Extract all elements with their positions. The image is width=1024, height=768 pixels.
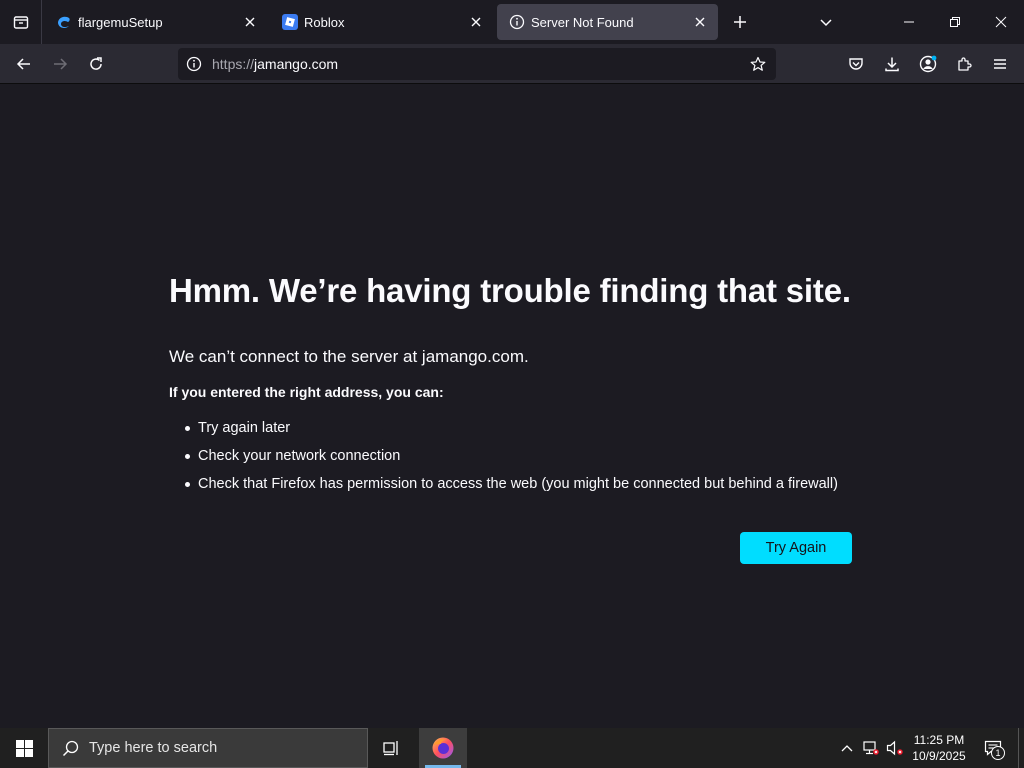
search-icon xyxy=(61,739,79,757)
url-scheme: https:// xyxy=(212,56,255,72)
suggestions-list: Try again later Check your network conne… xyxy=(185,414,869,498)
firefox-view-button[interactable] xyxy=(0,0,42,44)
taskbar-firefox-app[interactable] xyxy=(419,728,467,768)
close-tab-icon[interactable] xyxy=(464,10,488,34)
forward-button[interactable] xyxy=(46,50,74,78)
minimize-button[interactable] xyxy=(886,0,932,44)
taskbar-search-box[interactable]: Type here to search xyxy=(48,728,368,768)
tab-strip: flargemuSetup Roblox Server Not Found xyxy=(0,0,1024,44)
url-host: jamango.com xyxy=(254,56,339,72)
arrow-right-icon xyxy=(54,58,68,70)
roblox-icon xyxy=(282,14,298,30)
tab-flargemusetup[interactable]: flargemuSetup xyxy=(44,4,268,40)
clock-date: 10/9/2025 xyxy=(912,749,966,763)
clock-time: 11:25 PM xyxy=(913,733,965,747)
puzzle-piece-icon xyxy=(958,57,972,71)
url-text[interactable]: https://jamango.com xyxy=(212,56,746,72)
plus-icon xyxy=(734,16,746,28)
navigation-toolbar: https://jamango.com xyxy=(0,44,1024,84)
task-view-icon xyxy=(383,741,398,756)
chevron-down-icon xyxy=(820,19,832,27)
taskbar: Type here to search 11:25 PM 10/9/2025 1 xyxy=(0,728,1024,768)
hamburger-menu-icon xyxy=(994,59,1006,69)
pocket-button[interactable] xyxy=(842,50,870,78)
action-center-button[interactable]: 1 xyxy=(978,728,1008,768)
start-button[interactable] xyxy=(0,728,48,768)
error-heading: Hmm. We’re having trouble finding that s… xyxy=(169,272,851,309)
app-menu-button[interactable] xyxy=(986,50,1014,78)
close-icon xyxy=(995,16,1007,28)
pocket-icon xyxy=(849,58,863,70)
download-icon xyxy=(885,57,899,72)
back-button[interactable] xyxy=(10,50,38,78)
tab-title: Server Not Found xyxy=(531,14,634,30)
arrow-left-icon xyxy=(16,58,30,70)
edge-blue-icon xyxy=(56,14,72,30)
error-message: We can’t connect to the server at jamang… xyxy=(169,347,529,366)
info-icon xyxy=(509,14,525,30)
new-tab-button[interactable] xyxy=(728,10,752,34)
reload-icon xyxy=(90,57,102,70)
list-all-tabs-button[interactable] xyxy=(814,10,838,34)
reload-button[interactable] xyxy=(82,50,110,78)
site-info-icon[interactable] xyxy=(186,56,202,72)
suggestions-title: If you entered the right address, you ca… xyxy=(169,384,444,400)
bookmark-star-icon[interactable] xyxy=(746,52,770,76)
task-view-button[interactable] xyxy=(372,728,412,768)
restore-icon xyxy=(950,17,960,27)
show-hidden-icons-button[interactable] xyxy=(836,728,858,768)
account-button[interactable] xyxy=(914,50,942,78)
chevron-up-icon xyxy=(841,745,853,752)
firefox-view-icon xyxy=(13,16,28,29)
windows-logo-icon xyxy=(15,739,33,757)
suggestion-item: Check your network connection xyxy=(185,442,869,470)
volume-button[interactable] xyxy=(884,728,906,768)
downloads-button[interactable] xyxy=(878,50,906,78)
close-window-button[interactable] xyxy=(978,0,1024,44)
extensions-button[interactable] xyxy=(950,50,978,78)
suggestion-item: Try again later xyxy=(185,414,869,442)
network-disconnected-icon xyxy=(863,741,879,755)
volume-muted-icon xyxy=(886,740,903,756)
show-desktop-button[interactable] xyxy=(1018,728,1024,768)
firefox-icon xyxy=(432,737,454,759)
restore-button[interactable] xyxy=(932,0,978,44)
tab-server-not-found[interactable]: Server Not Found xyxy=(497,4,718,40)
taskbar-clock[interactable]: 11:25 PM 10/9/2025 xyxy=(906,728,972,768)
address-bar[interactable]: https://jamango.com xyxy=(178,48,776,80)
network-button[interactable] xyxy=(860,728,882,768)
account-icon xyxy=(919,55,937,73)
search-placeholder: Type here to search xyxy=(89,740,218,756)
tab-title: Roblox xyxy=(304,14,345,30)
suggestion-item: Check that Firefox has permission to acc… xyxy=(185,470,869,498)
minimize-icon xyxy=(904,21,914,23)
close-tab-icon[interactable] xyxy=(688,10,712,34)
tab-roblox[interactable]: Roblox xyxy=(270,4,494,40)
page-content: Hmm. We’re having trouble finding that s… xyxy=(0,85,1024,728)
tab-title: flargemuSetup xyxy=(78,14,163,30)
notification-count-badge: 1 xyxy=(991,746,1005,760)
close-tab-icon[interactable] xyxy=(238,10,262,34)
try-again-button[interactable]: Try Again xyxy=(740,532,852,564)
error-container: Hmm. We’re having trouble finding that s… xyxy=(169,271,869,498)
